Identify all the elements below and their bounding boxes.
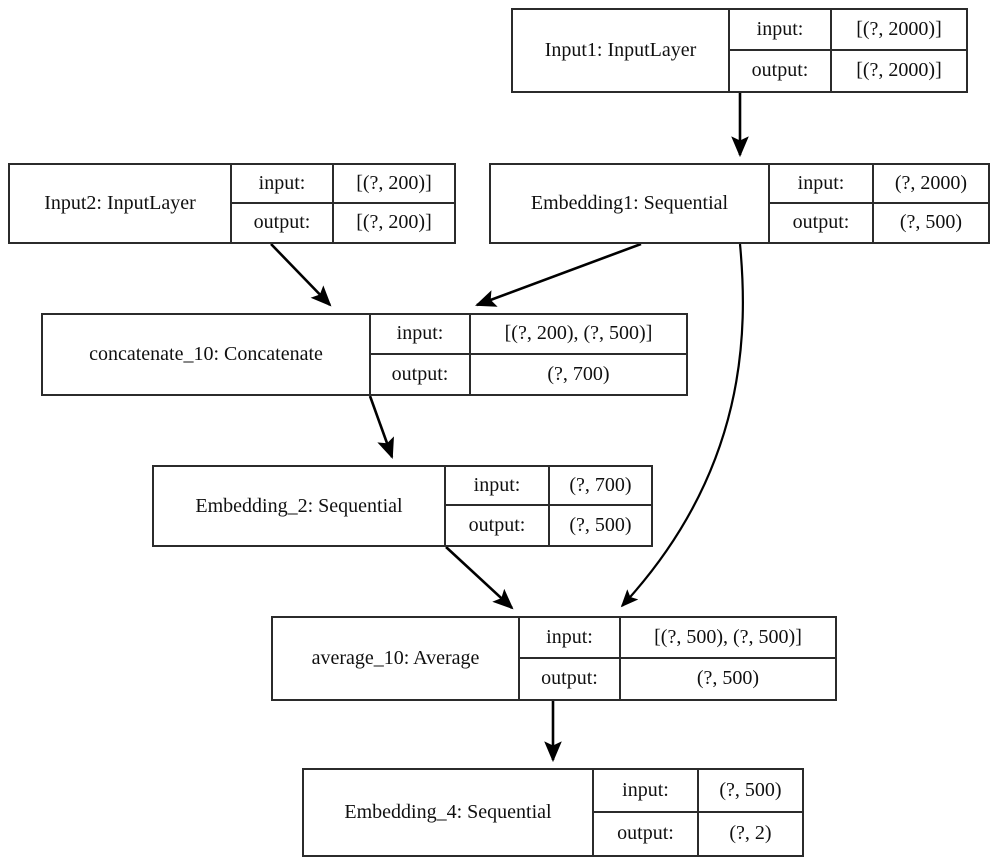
node-output-label-input1: output: (730, 50, 832, 91)
node-output-value-embedding_4: (?, 2) (729, 822, 772, 845)
node-shape-table-average_10: input: [(?, 500), (?, 500)] output: (?, 500… (518, 618, 835, 699)
node-input-row-embedding_4: input: (?, 500) (594, 770, 802, 813)
node-input-row-input1: input: [(?, 2000)] (730, 10, 966, 51)
node-input-label-input2: input: (232, 165, 334, 202)
node-output-label-embedding1: output: (770, 203, 874, 242)
node-input-value-embedding_4: (?, 500) (719, 778, 782, 801)
node-title-embedding1: Embedding1: Sequential (530, 192, 729, 214)
model-graph-canvas: Input1: InputLayer input: [(?, 2000)] outpu… (0, 0, 1000, 868)
node-input-label-embedding_2: input: (446, 467, 550, 504)
node-output-value-input2: [(?, 200)] (356, 211, 432, 234)
node-input-label-input1: input: (730, 10, 832, 49)
node-output-label-average_10: output: (520, 658, 621, 699)
node-output-row-average_10: output: (?, 500) (520, 658, 835, 699)
graph-edge-concatenate-to-embedding2 (368, 395, 394, 459)
node-input-value-embedding_2: (?, 700) (569, 474, 632, 496)
node-output-row-concatenate_10: output: (?, 700) (371, 354, 686, 394)
graph-node-input1[interactable]: Input1: InputLayer input: [(?, 2000)] outpu… (511, 8, 968, 93)
node-input-row-concatenate_10: input: [(?, 200), (?, 500)] (371, 315, 686, 355)
node-shape-table-concatenate_10: input: [(?, 200), (?, 500)] output: (?, 700… (369, 315, 686, 394)
node-shape-table-input2: input: [(?, 200)] output: [(?, 200)] (230, 165, 454, 242)
node-input-row-embedding_2: input: (?, 700) (446, 467, 651, 506)
node-input-row-input2: input: [(?, 200)] (232, 165, 454, 204)
node-title-concatenate_10: concatenate_10: Concatenate (89, 343, 323, 365)
node-output-value-concatenate_10: (?, 700) (547, 362, 610, 385)
node-input-label-average_10: input: (520, 618, 621, 657)
node-input-value-concatenate_10: [(?, 200), (?, 500)] (504, 322, 653, 345)
node-input-row-average_10: input: [(?, 500), (?, 500)] (520, 618, 835, 659)
node-output-value-average_10: (?, 500) (696, 667, 760, 690)
node-shape-table-input1: input: [(?, 2000)] output: [(?, 2000)] (728, 10, 966, 91)
edge-layer (270, 93, 749, 763)
graph-node-concatenate_10[interactable]: concatenate_10: Concatenate input: [(?, 20… (41, 313, 688, 396)
node-title-embedding_2: Embedding_2: Sequential (195, 494, 403, 517)
graph-node-input2[interactable]: Input2: InputLayer input: [(?, 200)] output… (8, 163, 456, 244)
node-title-input2: Input2: InputLayer (44, 192, 196, 214)
graph-edge-embedding2-to-average (445, 546, 514, 610)
node-title-embedding_4: Embedding_4: Sequential (344, 801, 552, 823)
node-output-label-embedding_2: output: (446, 506, 550, 545)
node-input-row-embedding1: input: (?, 2000) (770, 165, 988, 204)
node-input-label-embedding_4: input: (594, 770, 699, 811)
node-input-value-embedding1: (?, 2000) (894, 171, 968, 194)
node-input-value-input1: [(?, 2000)] (856, 17, 942, 40)
node-output-row-embedding1: output: (?, 500) (770, 203, 988, 242)
graph-node-embedding_2[interactable]: Embedding_2: Sequential input: (?, 700) out… (152, 465, 653, 547)
graph-edge-embedding1-to-average (620, 243, 744, 608)
node-shape-table-embedding_4: input: (?, 500) output: (?, 2) (592, 770, 802, 855)
graph-node-average_10[interactable]: average_10: Average input: [(?, 500), (?, … (271, 616, 837, 701)
node-input-value-average_10: [(?, 500), (?, 500)] (654, 625, 802, 648)
node-output-label-embedding_4: output: (594, 812, 699, 855)
node-output-value-input1: [(?, 2000)] (856, 59, 942, 82)
node-output-row-input1: output: [(?, 2000)] (730, 50, 966, 91)
node-output-value-embedding_2: (?, 500) (569, 514, 632, 536)
node-shape-table-embedding_2: input: (?, 700) output: (?, 500) (444, 467, 651, 545)
graph-edge-embedding1-to-concatenate (475, 242, 642, 307)
node-output-row-input2: output: [(?, 200)] (232, 203, 454, 242)
graph-node-embedding1[interactable]: Embedding1: Sequential input: (?, 2000) out… (489, 163, 990, 244)
node-output-label-input2: output: (232, 203, 334, 242)
node-output-value-embedding1: (?, 500) (899, 211, 963, 234)
node-output-row-embedding_2: output: (?, 500) (446, 506, 651, 545)
node-title-input1: Input1: InputLayer (544, 39, 697, 61)
node-input-label-embedding1: input: (770, 165, 874, 202)
node-shape-table-embedding1: input: (?, 2000) output: (?, 500) (768, 165, 988, 242)
node-output-row-embedding_4: output: (?, 2) (594, 812, 802, 855)
node-title-average_10: average_10: Average (311, 647, 480, 669)
node-input-value-input2: [(?, 200)] (356, 171, 432, 194)
graph-node-embedding_4[interactable]: Embedding_4: Sequential input: (?, 500) out… (302, 768, 804, 857)
node-input-label-concatenate_10: input: (371, 315, 471, 353)
graph-edge-input2-to-concatenate (270, 243, 332, 307)
node-output-label-concatenate_10: output: (371, 354, 471, 394)
